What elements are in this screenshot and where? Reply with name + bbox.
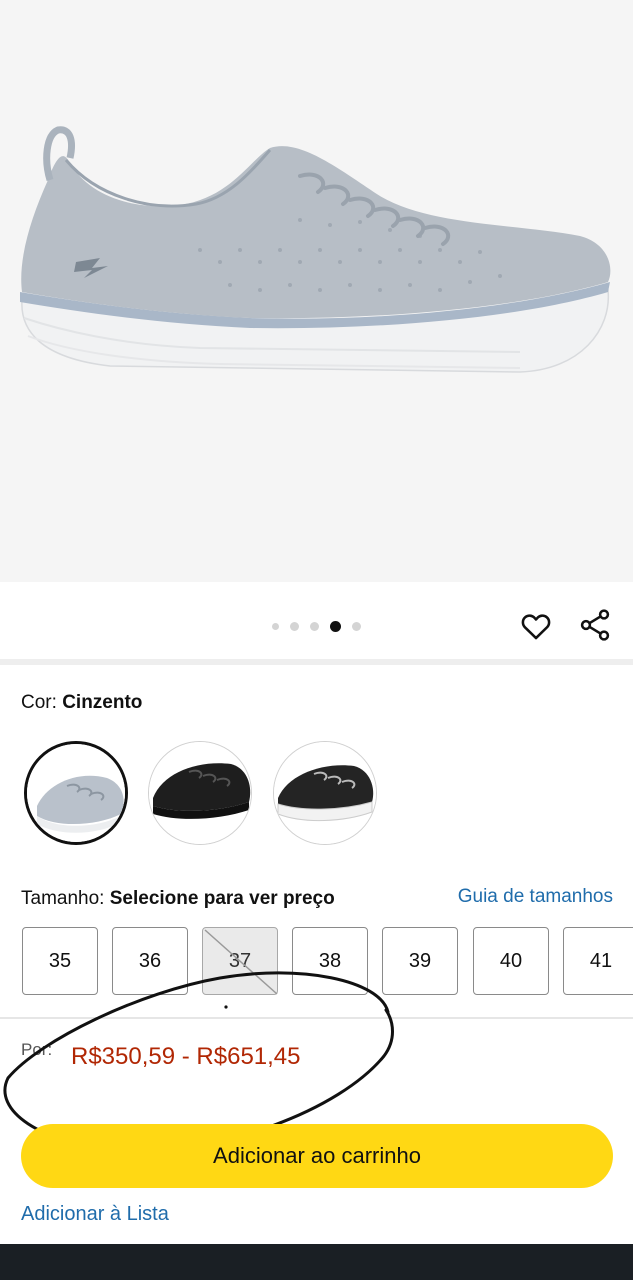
carousel-dot[interactable]	[310, 621, 319, 631]
size-guide-link[interactable]: Guia de tamanhos	[458, 886, 613, 908]
color-swatch-black[interactable]	[148, 741, 252, 845]
carousel-dot[interactable]	[290, 621, 299, 631]
add-to-cart-button[interactable]: Adicionar ao carrinho	[21, 1124, 613, 1188]
color-label: Cor: Cinzento	[21, 692, 142, 714]
color-label-text: Cor:	[21, 692, 57, 713]
carousel-dot[interactable]	[352, 621, 361, 631]
size-label: Tamanho: Selecione para ver preço	[21, 888, 335, 910]
heart-icon[interactable]	[519, 609, 553, 643]
system-navigation-bar	[0, 1244, 633, 1280]
add-to-list-link[interactable]: Adicionar à Lista	[21, 1203, 169, 1226]
color-swatch-black-white[interactable]	[273, 741, 377, 845]
color-value: Cinzento	[62, 692, 143, 713]
size-prompt: Selecione para ver preço	[109, 888, 335, 909]
carousel-dot-active[interactable]	[330, 620, 341, 632]
size-label-text: Tamanho:	[21, 888, 105, 909]
product-image[interactable]	[0, 0, 633, 582]
share-icon[interactable]	[577, 607, 613, 643]
color-swatch-gray[interactable]	[24, 741, 128, 845]
section-divider	[0, 659, 633, 665]
sneaker-illustration	[20, 126, 611, 373]
carousel-dot[interactable]	[272, 622, 279, 630]
